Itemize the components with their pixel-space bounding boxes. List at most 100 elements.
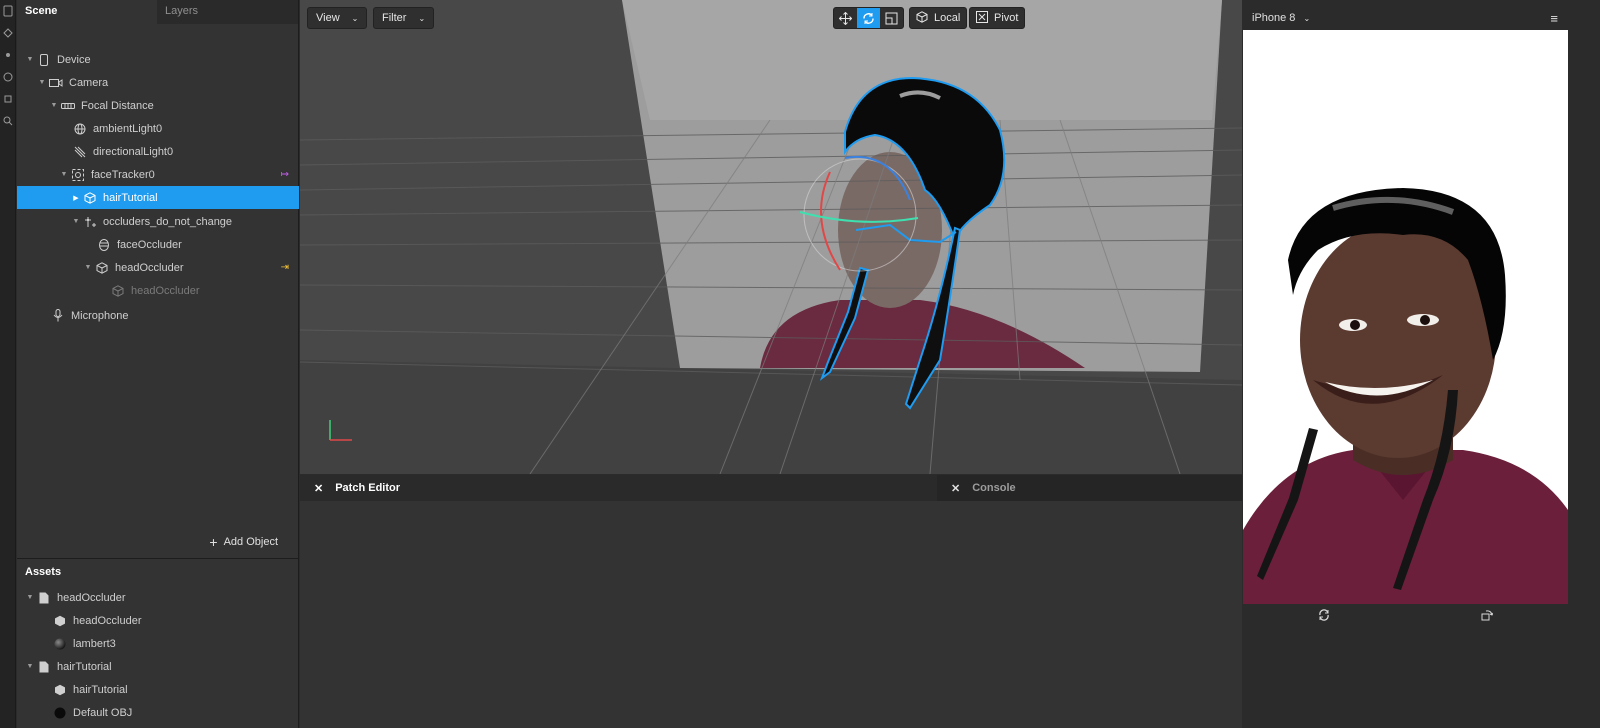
viewport-canvas[interactable] [300, 0, 1242, 474]
camera-preview-image [1243, 30, 1568, 604]
simulator-screen[interactable] [1243, 30, 1568, 604]
tree-item-label: occluders_do_not_change [103, 215, 233, 228]
transform-tools [833, 7, 904, 29]
pivot-icon [976, 10, 988, 26]
rotate-tool-icon[interactable] [857, 8, 880, 28]
scene-panel-tabs: Scene Layers [17, 0, 298, 24]
asset-item-hair-tutorial-mesh[interactable]: hairTutorial [17, 678, 299, 701]
expand-caret-icon[interactable]: ▼ [59, 171, 69, 178]
view-menu-label: View [316, 12, 340, 24]
cube-icon [51, 614, 69, 628]
toolbar-button-search[interactable] [0, 110, 16, 132]
asset-item-head-occluder-mesh[interactable]: headOccluder [17, 609, 299, 632]
scale-tool-icon[interactable] [880, 8, 903, 28]
add-object-button[interactable]: + Add Object [209, 534, 278, 550]
tree-item-face-tracker[interactable]: ▼ faceTracker0 ↦ [17, 163, 299, 186]
tab-scene[interactable]: Scene [17, 0, 157, 24]
assets-panel: Assets ▼ headOccluder headOccluder lambe… [17, 558, 299, 728]
tree-item-label: faceOccluder [117, 238, 182, 251]
rotate-device-icon[interactable] [1481, 609, 1494, 624]
tree-item-microphone[interactable]: Microphone [17, 304, 299, 327]
tree-item-head-occluder-mesh[interactable]: headOccluder [17, 279, 299, 302]
toolbar-button-settings[interactable] [0, 88, 16, 110]
expand-caret-icon[interactable]: ▶ [71, 194, 81, 202]
toolbar-button-history[interactable] [0, 66, 16, 88]
plus-icon: + [209, 534, 218, 550]
cube-icon [51, 683, 69, 697]
simulator-panel: iPhone 8 ⌄ ≡ [1242, 0, 1600, 728]
patch-editor-label: Patch Editor [335, 482, 401, 494]
tree-item-camera[interactable]: ▼ Camera [17, 71, 299, 94]
binding-arrow-icon[interactable]: ⇥ [281, 262, 289, 273]
microphone-icon [49, 309, 67, 323]
pivot-label: Pivot [994, 12, 1019, 24]
toolbar-button-assets[interactable] [0, 44, 16, 66]
face-tracker-icon [69, 168, 87, 182]
face-mesh-icon [95, 238, 113, 252]
expand-caret-icon[interactable]: ▼ [25, 663, 35, 670]
tree-item-label: headOccluder [131, 284, 200, 297]
expand-caret-icon[interactable]: ▼ [37, 79, 47, 86]
close-icon[interactable]: ✕ [314, 482, 323, 495]
asset-item-default-obj[interactable]: Default OBJ [17, 701, 299, 724]
filter-menu-label: Filter [382, 12, 407, 24]
expand-caret-icon[interactable]: ▼ [25, 594, 35, 601]
tree-item-ambient-light[interactable]: ambientLight0 [17, 117, 299, 140]
tab-patch-editor[interactable]: ✕ Patch Editor [300, 475, 937, 501]
scene-viewport[interactable]: View ⌄ Filter ⌄ Local Pivot [300, 0, 1242, 474]
restart-icon[interactable] [1318, 608, 1330, 624]
device-select[interactable]: iPhone 8 ⌄ [1252, 12, 1310, 24]
chevron-down-icon: ⌄ [1303, 13, 1311, 23]
tree-item-occluders[interactable]: ▼ occluders_do_not_change [17, 210, 299, 233]
expand-caret-icon[interactable]: ▼ [83, 264, 93, 271]
tree-item-directional-light[interactable]: directionalLight0 [17, 140, 299, 163]
asset-item-label: Default OBJ [73, 706, 133, 719]
tree-item-label: Camera [69, 76, 109, 89]
tree-item-label: directionalLight0 [93, 145, 174, 158]
filter-menu[interactable]: Filter ⌄ [373, 7, 435, 29]
pivot-button[interactable]: Pivot [969, 7, 1026, 29]
cube-icon [81, 191, 99, 205]
tab-layers[interactable]: Layers [157, 0, 297, 24]
file-icon [35, 660, 53, 674]
expand-caret-icon[interactable]: ▼ [25, 56, 35, 63]
asset-item-label: headOccluder [73, 614, 142, 627]
asset-item-hair-tutorial-file[interactable]: ▼ hairTutorial [17, 655, 299, 678]
camera-icon [47, 76, 65, 90]
chevron-down-icon: ⌄ [351, 13, 359, 23]
patch-editor-panel[interactable]: ✕ Patch Editor [300, 475, 937, 728]
move-tool-icon[interactable] [834, 8, 857, 28]
tree-item-label: Device [57, 53, 91, 66]
local-label: Local [934, 12, 961, 24]
add-object-label: Add Object [223, 536, 278, 548]
asset-item-head-occluder-file[interactable]: ▼ headOccluder [17, 586, 299, 609]
tree-item-face-occluder[interactable]: faceOccluder [17, 233, 299, 256]
focal-distance-icon [59, 99, 77, 113]
tree-item-focal-distance[interactable]: ▼ Focal Distance [17, 94, 299, 117]
scene-panel: Scene Layers ▼ Device ▼ Camera ▼ Focal D… [17, 0, 299, 568]
tree-item-label: Focal Distance [81, 99, 154, 112]
tab-console[interactable]: ✕ Console [937, 475, 1242, 501]
toolbar-button-scene[interactable] [0, 0, 16, 22]
directional-light-icon [71, 145, 89, 159]
tree-item-device[interactable]: ▼ Device [17, 48, 299, 71]
simulator-footer [1243, 604, 1568, 628]
local-button[interactable]: Local [909, 7, 968, 29]
console-panel[interactable]: ✕ Console [937, 475, 1242, 728]
binding-arrow-icon[interactable]: ↦ [281, 169, 289, 180]
file-icon [35, 591, 53, 605]
phone-icon [35, 53, 53, 67]
view-menu[interactable]: View ⌄ [307, 7, 368, 29]
cube-icon [916, 10, 928, 26]
console-label: Console [972, 482, 1016, 494]
asset-item-lambert3[interactable]: lambert3 [17, 632, 299, 655]
toolbar-button-layers[interactable] [0, 22, 16, 44]
material-sphere-icon [51, 706, 69, 720]
expand-caret-icon[interactable]: ▼ [49, 102, 59, 109]
menu-icon[interactable]: ≡ [1550, 11, 1558, 26]
expand-caret-icon[interactable]: ▼ [71, 218, 81, 225]
tree-item-head-occluder[interactable]: ▼ headOccluder ⇥ [17, 256, 299, 279]
tree-item-hair-tutorial[interactable]: ▶ hairTutorial [17, 186, 299, 209]
tree-item-label: ambientLight0 [93, 122, 163, 135]
close-icon[interactable]: ✕ [951, 482, 960, 495]
